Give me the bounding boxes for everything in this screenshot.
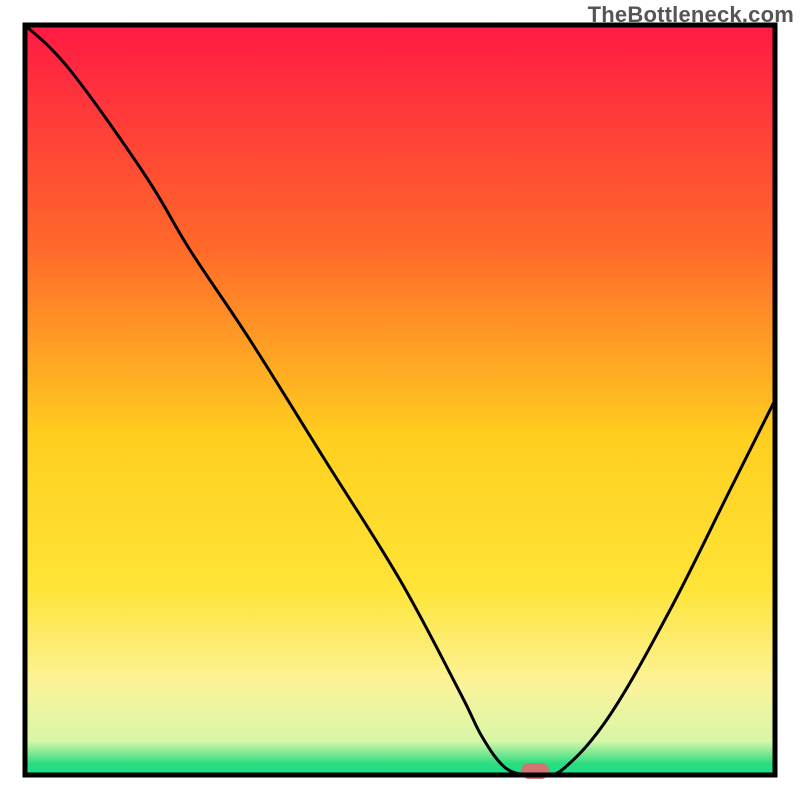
bottleneck-chart: TheBottleneck.com <box>0 0 800 800</box>
watermark-label: TheBottleneck.com <box>588 2 794 28</box>
plot-background <box>25 25 775 775</box>
chart-plot-area <box>0 0 800 800</box>
